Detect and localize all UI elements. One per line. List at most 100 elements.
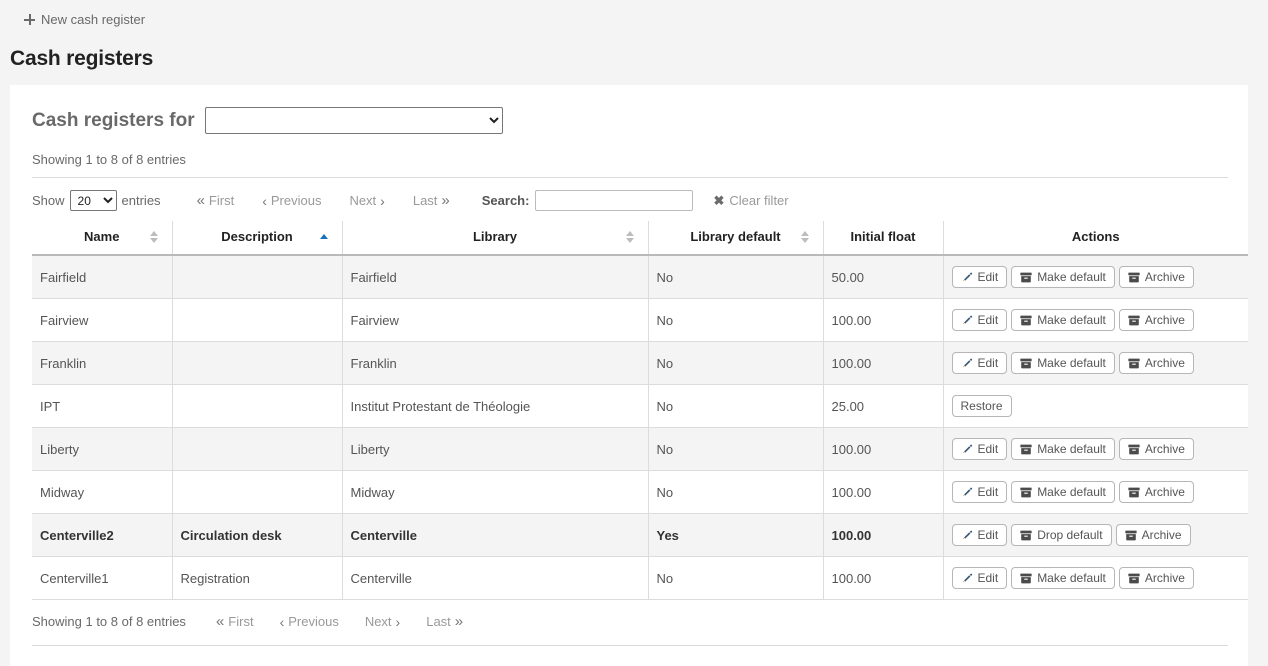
archive-button[interactable]: Archive [1118,567,1194,589]
cell-library: Fairfield [342,255,649,299]
new-cash-register-button[interactable]: New cash register [18,8,151,31]
column-header-description[interactable]: Description [172,221,343,256]
cell-library: Centerville [342,513,649,557]
cell-description [172,341,343,385]
make-default-button[interactable]: Make default [1011,481,1115,503]
table-row: Centerville2 Circulation desk Centerville Y… [32,513,1248,557]
pencil-icon [962,272,972,282]
pencil-icon [962,315,972,325]
pager-last-top[interactable]: Last » [407,191,456,210]
edit-button[interactable]: Edit [951,567,1008,589]
archive-icon [1128,358,1140,368]
column-header-name-label: Name [84,229,120,244]
cell-library-default: No [648,427,824,471]
cell-initial-float: 50.00 [823,255,944,299]
button-label: Make default [1037,313,1106,327]
pager-next-bottom[interactable]: Next › [359,612,406,631]
cell-description [172,384,343,428]
button-label: Make default [1037,356,1106,370]
make-default-button[interactable]: Make default [1011,309,1115,331]
cell-library: Institut Protestant de Théologie [342,384,649,428]
button-label: Edit [977,270,999,284]
column-header-library-label: Library [472,229,518,244]
button-label: Restore [960,399,1003,413]
library-select[interactable] [204,107,503,134]
button-label: Drop default [1037,528,1103,542]
make-default-button[interactable]: Make default [1011,567,1115,589]
sort-arrows-icon [149,230,158,243]
archive-button[interactable]: Archive [1118,352,1194,374]
archive-button[interactable]: Archive [1118,309,1194,331]
cell-actions: Edit Drop default Archive [943,513,1248,557]
table-row: Liberty Liberty No 100.00 Edit Make default Ar… [32,427,1248,471]
edit-button[interactable]: Edit [951,352,1008,374]
cell-name: Centerville1 [32,556,173,600]
search-label: Search: [481,193,530,208]
double-chevron-left-icon: « [215,613,225,630]
pager-next-top[interactable]: Next › [343,191,390,210]
search-input[interactable] [535,190,694,211]
column-header-name[interactable]: Name [32,221,173,256]
column-header-initial-float: Initial float [823,221,944,256]
edit-button[interactable]: Edit [951,438,1008,460]
cell-actions: Edit Make default Archive [943,427,1248,471]
button-label: Make default [1037,571,1106,585]
datatable-info-top: Showing 1 to 8 of 8 entries [32,138,1228,178]
cell-library-default: Yes [648,513,824,557]
clear-filter-button[interactable]: ✖ Clear filter [713,193,788,209]
edit-button[interactable]: Edit [951,266,1008,288]
pager-previous-bottom[interactable]: ‹ Previous [274,612,345,631]
cell-initial-float: 100.00 [823,341,944,385]
pager-previous-top[interactable]: ‹ Previous [256,191,327,210]
library-filter-row: Cash registers for [32,99,1228,138]
make-default-button[interactable]: Make default [1011,266,1115,288]
page-length-select[interactable]: 102050100 [69,190,117,211]
button-label: Make default [1037,270,1106,284]
double-chevron-left-icon: « [196,192,205,209]
pager-last-label: Last [426,614,451,629]
archive-button[interactable]: Archive [1118,438,1194,460]
edit-button[interactable]: Edit [951,524,1008,546]
x-icon: ✖ [713,192,725,208]
button-label: Make default [1037,485,1106,499]
archive-button[interactable]: Archive [1118,481,1194,503]
column-header-library[interactable]: Library [342,221,649,256]
clear-filter-label: Clear filter [729,193,789,208]
archive-icon [1128,573,1140,583]
pencil-icon [962,444,972,454]
pager-last-label: Last [412,193,438,208]
pager-first-bottom[interactable]: « First [210,612,260,631]
archive-icon [1124,530,1137,540]
double-chevron-right-icon: » [454,613,464,630]
pager-first-label: First [208,193,235,208]
make-default-button[interactable]: Make default [1011,352,1115,374]
datatable-info-bottom: Showing 1 to 8 of 8 entries [32,614,186,629]
cell-name: Midway [32,470,173,514]
archive-icon [1020,444,1032,454]
page-length-suffix: entries [121,193,161,208]
cell-name: Fairview [32,298,173,342]
make-default-button[interactable]: Make default [1011,438,1115,460]
archive-icon [1128,487,1140,497]
cell-actions: Edit Make default Archive [943,341,1248,385]
archive-button[interactable]: Archive [1115,524,1191,546]
cell-initial-float: 100.00 [823,470,944,514]
page-title: Cash registers [10,47,154,70]
pager-first-top[interactable]: « First [191,191,241,210]
column-header-description-label: Description [221,229,293,244]
cell-library-default: No [648,556,824,600]
edit-button[interactable]: Edit [951,481,1008,503]
chevron-right-icon: › [395,613,401,630]
page-length-control: Show 102050100 entries [32,190,161,211]
edit-button[interactable]: Edit [951,309,1008,331]
drop-default-button[interactable]: Drop default [1011,524,1112,546]
button-label: Archive [1144,442,1185,456]
table-row: IPT Institut Protestant de Théologie No 25.… [32,384,1248,428]
pager-last-bottom[interactable]: Last » [420,612,469,631]
restore-button[interactable]: Restore [951,395,1012,417]
column-header-library-default[interactable]: Library default [648,221,824,256]
button-label: Edit [977,356,999,370]
datatable-controls: Show 102050100 entries « First ‹ Previou… [32,178,1228,221]
cash-registers-table: Name Description Library Library default… [32,221,1248,600]
archive-button[interactable]: Archive [1118,266,1194,288]
